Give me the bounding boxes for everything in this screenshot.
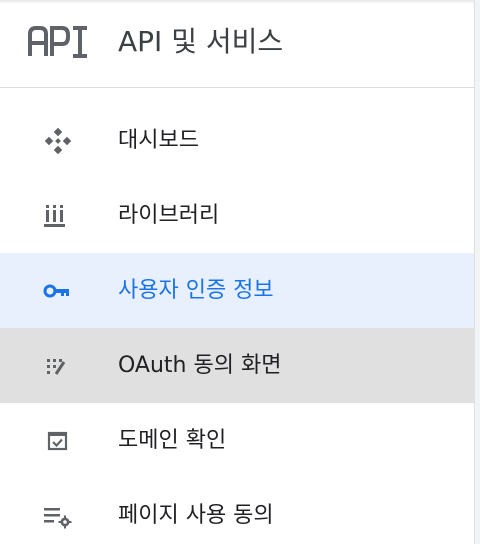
side-panel: API 및 서비스 대시보드 라이브러리 사용자 인증 정보 OAuth 동의 … bbox=[0, 0, 480, 544]
domain-check-icon bbox=[47, 431, 68, 451]
page-settings-icon bbox=[44, 508, 72, 529]
panel-header: API 및 서비스 bbox=[0, 0, 474, 88]
page-title: API 및 서비스 bbox=[118, 25, 284, 58]
sidebar-item-domain-verification[interactable]: 도메인 확인 bbox=[0, 403, 474, 478]
oauth-consent-icon bbox=[47, 359, 66, 375]
library-icon bbox=[44, 205, 65, 227]
sidebar-item-page-usage-agreement[interactable]: 페이지 사용 동의 bbox=[0, 478, 474, 544]
sidebar-item-label: 라이브러리 bbox=[118, 203, 220, 228]
sidebar-item-dashboard[interactable]: 대시보드 bbox=[0, 103, 474, 178]
sidebar-item-library[interactable]: 라이브러리 bbox=[0, 178, 474, 253]
api-logo-icon bbox=[28, 26, 87, 58]
sidebar-item-label: 사용자 인증 정보 bbox=[118, 278, 274, 303]
sidebar-item-label: OAuth 동의 화면 bbox=[118, 353, 282, 378]
sidebar-item-label: 페이지 사용 동의 bbox=[118, 503, 274, 528]
sidebar-item-credentials[interactable]: 사용자 인증 정보 bbox=[0, 253, 474, 328]
sidebar-item-oauth-consent[interactable]: OAuth 동의 화면 bbox=[0, 328, 474, 403]
panel-divider bbox=[474, 0, 480, 544]
sidebar-item-label: 도메인 확인 bbox=[118, 428, 227, 453]
dashboard-icon bbox=[44, 128, 72, 154]
key-icon bbox=[43, 284, 69, 298]
sidebar-nav: 대시보드 라이브러리 사용자 인증 정보 OAuth 동의 화면 도메인 확인 … bbox=[0, 103, 474, 544]
sidebar-item-label: 대시보드 bbox=[118, 128, 199, 153]
